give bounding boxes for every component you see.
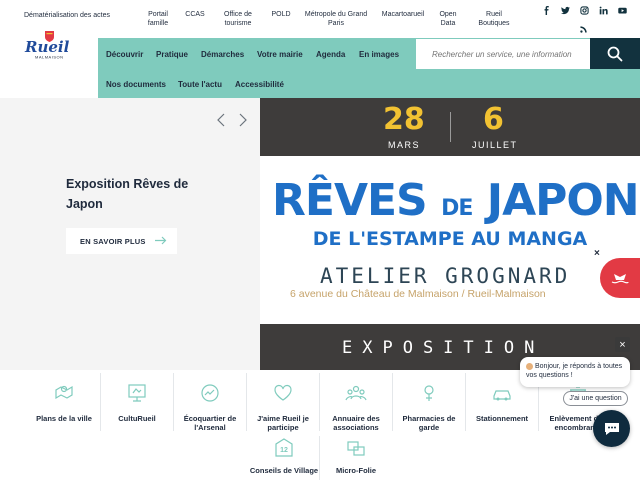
quick-label: Plans de la ville: [36, 414, 92, 423]
micro-folie-icon: [347, 441, 365, 456]
prev-arrow-icon[interactable]: [216, 113, 228, 127]
poster-atelier: ATELIER GROGNARD: [320, 264, 571, 288]
svg-text:Rueil: Rueil: [24, 38, 70, 56]
nav-accessibilite[interactable]: Accessibilité: [235, 80, 284, 89]
learn-more-label: EN SAVOIR PLUS: [80, 236, 146, 246]
instagram-icon[interactable]: [578, 4, 590, 16]
youtube-icon[interactable]: [616, 4, 628, 16]
next-arrow-icon[interactable]: [236, 113, 248, 127]
eco-district-icon: [201, 384, 219, 402]
pharmacy-icon: [424, 385, 434, 401]
poster-title: RÊVES DE JAPON: [272, 175, 640, 226]
link-rueil-boutiques[interactable]: Rueil Boutiques: [476, 11, 512, 28]
quick-label: J'aime Rueil je participe: [257, 414, 309, 432]
poster-month-start: MARS: [388, 140, 421, 150]
chat-icon: [604, 422, 619, 435]
poster-day-start: 28: [383, 102, 425, 137]
nav-nos-documents[interactable]: Nos documents: [106, 80, 166, 89]
nav-votre-mairie[interactable]: Votre mairie: [257, 50, 303, 59]
poster-month-end: JUILLET: [472, 140, 518, 150]
heart-icon: [274, 384, 292, 401]
poster-subtitle: DE L'ESTAMPE AU MANGA: [312, 228, 588, 250]
nav-pratique[interactable]: Pratique: [156, 50, 188, 59]
nav-decouvrir[interactable]: Découvrir: [106, 50, 143, 59]
quick-ecoquartier[interactable]: Écoquartier de l'Arsenal: [174, 376, 246, 440]
nav-toute-actu[interactable]: Toute l'actu: [178, 80, 222, 89]
hero-close-icon[interactable]: ×: [594, 248, 600, 259]
map-icon: [55, 385, 73, 400]
search-box: [416, 39, 590, 69]
logo-subtitle: MALMAISON: [35, 55, 64, 60]
link-metropole[interactable]: Métropole du Grand Paris: [304, 11, 368, 28]
link-ccas[interactable]: CCAS: [184, 11, 206, 20]
quick-plans-ville[interactable]: Plans de la ville: [28, 376, 100, 440]
associations-icon: [345, 385, 367, 401]
quick-jaime-rueil[interactable]: J'aime Rueil je participe: [247, 376, 319, 440]
link-portail-famille[interactable]: Portail famille: [144, 11, 172, 28]
arrow-right-icon: [155, 236, 167, 245]
twitter-icon[interactable]: [559, 4, 571, 16]
learn-more-button[interactable]: EN SAVOIR PLUS: [66, 228, 177, 254]
quick-label: Écoquartier de l'Arsenal: [183, 414, 237, 432]
quick-label: Micro-Folie: [335, 466, 376, 475]
search-input[interactable]: [416, 39, 590, 69]
poster-footer-text: EXPOSITION: [342, 338, 545, 358]
poster-day-end: 6: [483, 102, 504, 137]
poster-date-divider: [450, 112, 451, 142]
search-button[interactable]: [590, 38, 640, 69]
quick-micro-folie[interactable]: Micro-Folie: [320, 433, 392, 480]
quick-label: Pharmacies de garde: [402, 414, 456, 432]
search-icon: [607, 46, 623, 61]
site-logo[interactable]: Rueil MALMAISON: [22, 30, 78, 60]
chat-open-button[interactable]: [593, 410, 630, 447]
culture-icon: [128, 384, 146, 402]
link-office-tourisme[interactable]: Office de tourisme: [222, 11, 254, 28]
link-open-data[interactable]: Open Data: [436, 11, 460, 28]
link-pold[interactable]: POLD: [270, 11, 292, 20]
chat-close-icon[interactable]: ×: [615, 337, 630, 352]
hero-poster[interactable]: 28 MARS 6 JUILLET RÊVES DE JAPON DE L'ES…: [260, 98, 640, 370]
quick-pharmacies[interactable]: Pharmacies de garde: [393, 376, 465, 440]
svg-text:12: 12: [280, 447, 288, 454]
nav-agenda[interactable]: Agenda: [316, 50, 345, 59]
quick-conseils-village[interactable]: 12 Conseils de Village: [248, 433, 320, 480]
quick-annuaire-associations[interactable]: Annuaire des associations: [320, 376, 392, 440]
quick-label: CultuRueil: [118, 414, 156, 423]
chat-avatar-icon: [526, 362, 533, 370]
chat-question-button[interactable]: J'ai une question: [563, 391, 628, 406]
linkedin-icon[interactable]: [597, 4, 609, 16]
poster-address: 6 avenue du Château de Malmaison / Rueil…: [290, 288, 546, 300]
chat-bubble: Bonjour, je réponds à toutes vos questio…: [520, 357, 630, 387]
hero-title: Exposition Rêves de Japon: [66, 177, 189, 211]
rss-icon[interactable]: [578, 22, 590, 34]
nav-demarches[interactable]: Démarches: [201, 50, 244, 59]
link-macartoarueil[interactable]: Macartoarueil: [380, 11, 426, 20]
quick-culturueil[interactable]: CultuRueil: [101, 376, 173, 440]
car-icon: [493, 390, 511, 401]
boat-badge-icon[interactable]: [600, 258, 640, 298]
village-council-icon: 12: [275, 438, 293, 457]
quick-label: Conseils de Village: [249, 466, 319, 475]
nav-en-images[interactable]: En images: [359, 50, 399, 59]
utility-bar: Dématérialisation des actes Portail fami…: [0, 0, 640, 38]
chat-message: Bonjour, je réponds à toutes vos questio…: [526, 363, 623, 379]
facebook-icon[interactable]: [540, 4, 552, 16]
quick-label: Stationnement: [475, 414, 529, 423]
link-dematerialisation[interactable]: Dématérialisation des actes: [24, 12, 110, 21]
quick-label: Annuaire des associations: [332, 414, 380, 432]
